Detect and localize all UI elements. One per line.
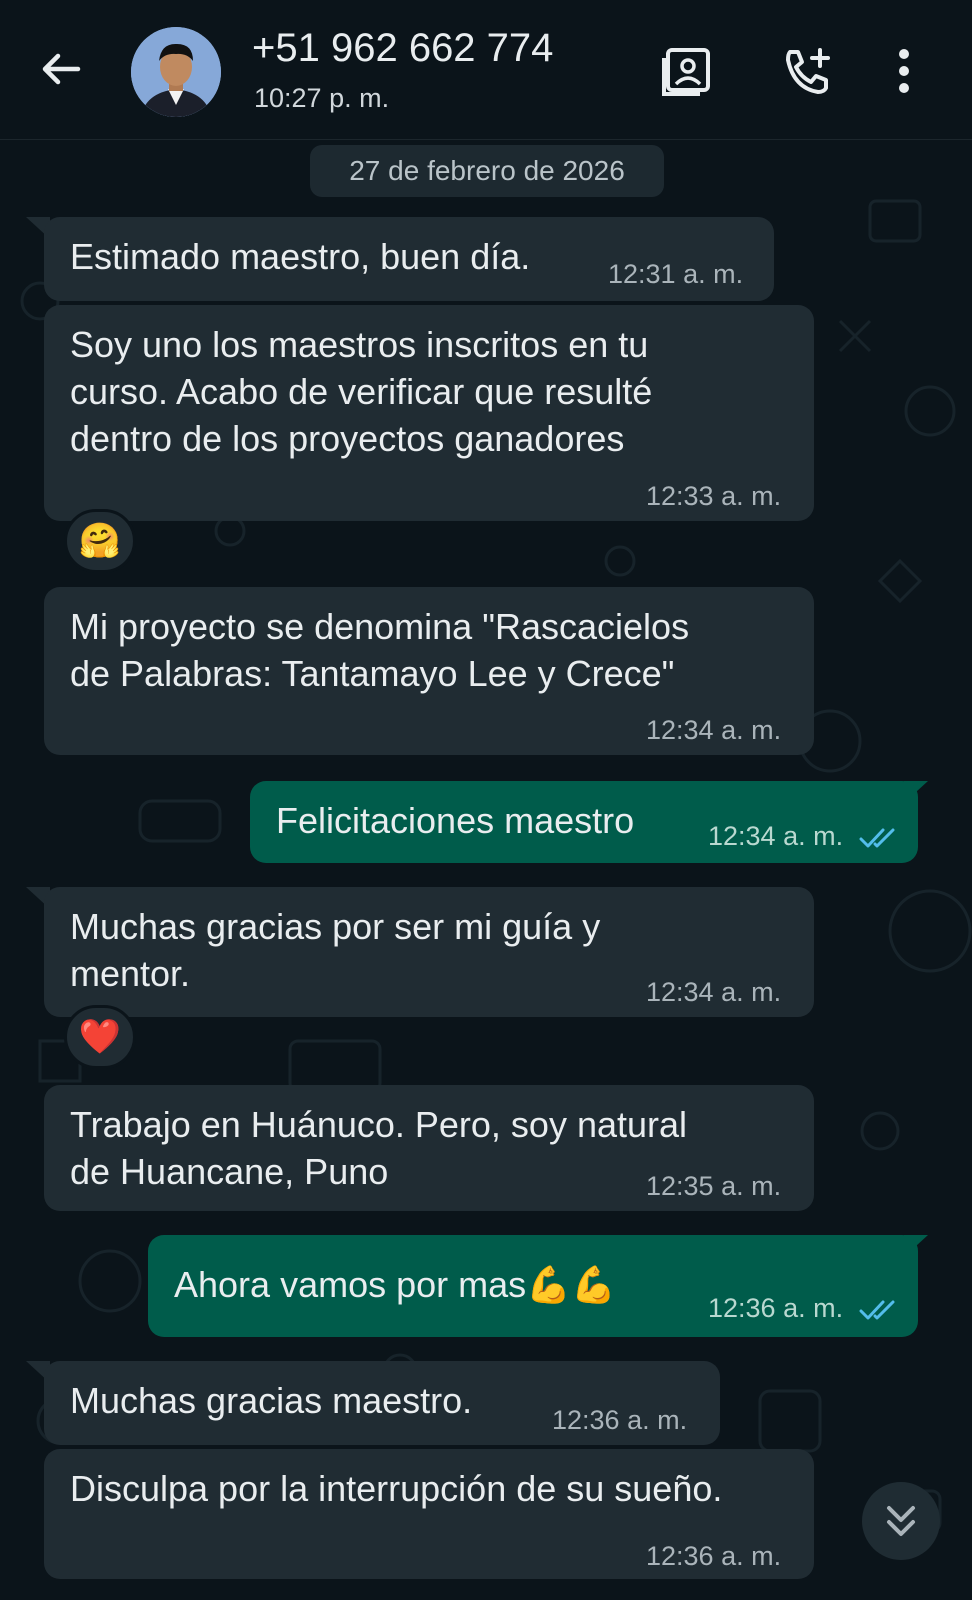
read-receipt-icon	[859, 828, 895, 848]
message-text: Ahora vamos por mas💪💪	[174, 1264, 616, 1305]
message-text: Felicitaciones maestro	[276, 800, 635, 841]
message-text: Mi proyecto se denomina "Rascacielos de …	[70, 606, 690, 694]
back-arrow-icon[interactable]	[36, 44, 86, 94]
message-time: 12:34 a. m.	[708, 821, 901, 851]
message-incoming[interactable]: Soy uno los maestros inscritos en tu cur…	[44, 305, 814, 521]
message-text: Muchas gracias por ser mi guía y mentor.	[70, 906, 601, 994]
read-receipt-icon	[859, 1300, 895, 1320]
message-time: 12:31 a. m.	[608, 259, 744, 289]
last-seen-status: 10:27 p. m.	[254, 83, 390, 113]
double-chevron-down-icon	[887, 1506, 915, 1536]
contact-name[interactable]: +51 962 662 774	[252, 26, 553, 71]
message-time: 12:36 a. m.	[552, 1405, 688, 1435]
message-time: 12:34 a. m.	[646, 715, 782, 745]
chat-area[interactable]: 27 de febrero de 2026 Estimado maestro, …	[0, 141, 972, 1600]
message-incoming[interactable]: Disculpa por la interrupción de su sueño…	[44, 1449, 814, 1579]
message-outgoing[interactable]: Ahora vamos por mas💪💪 12:36 a. m.	[148, 1235, 918, 1337]
message-text: Soy uno los maestros inscritos en tu cur…	[70, 324, 653, 459]
contact-avatar[interactable]	[131, 27, 221, 117]
message-text: Estimado maestro, buen día.	[70, 236, 531, 277]
message-text: Trabajo en Huánuco. Pero, soy natural de…	[70, 1104, 688, 1192]
message-time: 12:35 a. m.	[646, 1171, 782, 1201]
chat-header: +51 962 662 774 10:27 p. m.	[0, 0, 972, 140]
date-separator: 27 de febrero de 2026	[310, 145, 664, 197]
scroll-to-bottom-button[interactable]	[862, 1482, 940, 1560]
message-text: Disculpa por la interrupción de su sueño…	[70, 1468, 723, 1509]
message-time: 12:36 a. m.	[646, 1541, 782, 1571]
more-vert-icon[interactable]	[896, 44, 952, 100]
message-time: 12:36 a. m.	[708, 1293, 901, 1323]
message-text: Muchas gracias maestro.	[70, 1380, 473, 1421]
message-outgoing[interactable]: Felicitaciones maestro 12:34 a. m.	[250, 781, 918, 863]
message-incoming[interactable]: Estimado maestro, buen día. 12:31 a. m.	[44, 217, 774, 301]
message-incoming[interactable]: Trabajo en Huánuco. Pero, soy natural de…	[44, 1085, 814, 1211]
add-call-icon[interactable]	[780, 44, 836, 100]
message-incoming[interactable]: Mi proyecto se denomina "Rascacielos de …	[44, 587, 814, 755]
message-incoming[interactable]: Muchas gracias maestro. 12:36 a. m.	[44, 1361, 720, 1445]
message-reaction[interactable]: ❤️	[64, 1005, 136, 1069]
contact-card-icon[interactable]	[660, 44, 716, 100]
message-time: 12:33 a. m.	[646, 481, 782, 511]
message-reaction[interactable]: 🤗	[64, 509, 136, 573]
message-incoming[interactable]: Muchas gracias por ser mi guía y mentor.…	[44, 887, 814, 1017]
message-time: 12:34 a. m.	[646, 977, 782, 1007]
